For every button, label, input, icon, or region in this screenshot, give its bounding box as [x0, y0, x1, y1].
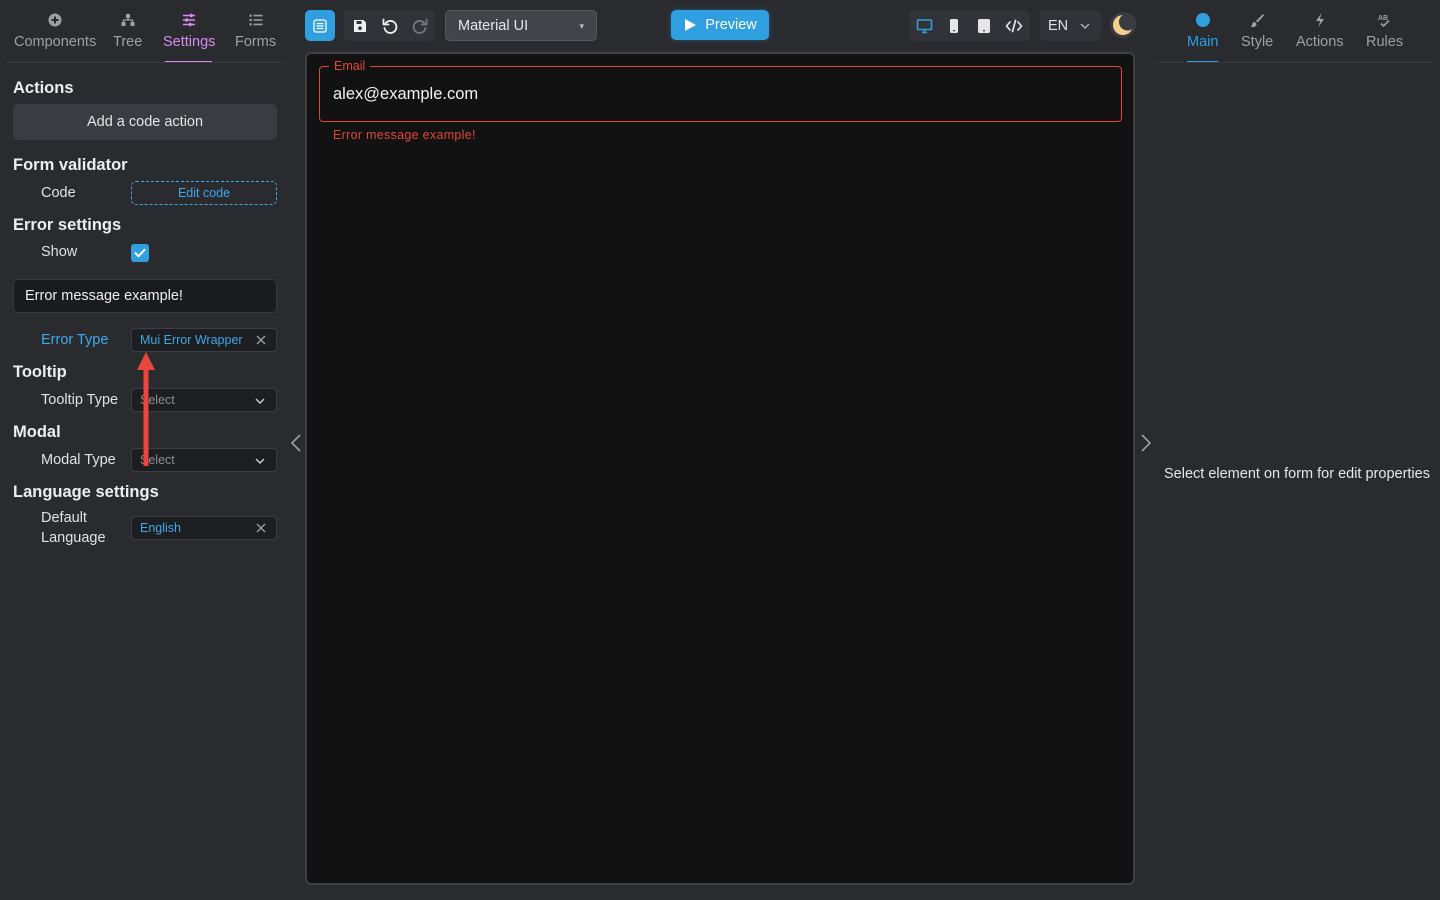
- caret-down-icon: ▾: [579, 21, 584, 31]
- language-settings-title: Language settings: [13, 483, 159, 501]
- save-icon: [354, 19, 366, 32]
- show-label: Show: [41, 244, 78, 260]
- lightning-icon: [1315, 13, 1324, 27]
- tablet-view-button[interactable]: [969, 10, 999, 41]
- error-type-select[interactable]: Mui Error Wrapper: [131, 328, 277, 352]
- save-button[interactable]: [345, 10, 375, 41]
- add-code-action-button[interactable]: Add a code action: [13, 104, 277, 140]
- tab-main[interactable]: Main: [1187, 0, 1218, 62]
- form-canvas: Email alex@example.com Error message exa…: [305, 52, 1135, 885]
- code-label: Code: [41, 185, 76, 201]
- tab-style[interactable]: Style: [1241, 0, 1273, 62]
- modal-title: Modal: [13, 423, 61, 441]
- actions-title: Actions: [13, 79, 74, 97]
- chevron-down-icon: [1080, 23, 1090, 29]
- clear-icon[interactable]: [255, 522, 267, 534]
- tab-tree[interactable]: Tree: [113, 0, 142, 62]
- undo-icon: [382, 18, 398, 34]
- moon-icon: [1113, 13, 1136, 35]
- device-toolbar: [909, 10, 1030, 41]
- divider: [1155, 62, 1435, 63]
- show-checkbox[interactable]: [131, 244, 149, 262]
- tab-settings-label: Settings: [163, 34, 216, 50]
- default-language-label-line2: Language: [41, 530, 106, 546]
- preview-button[interactable]: Preview: [671, 10, 769, 40]
- tooltip-type-label: Tooltip Type: [41, 392, 119, 408]
- chevron-down-icon: [255, 398, 265, 404]
- mobile-icon: [950, 18, 958, 33]
- error-message-input[interactable]: Error message example!: [13, 279, 277, 313]
- rules-icon: AB: [1378, 15, 1390, 28]
- code-view-button[interactable]: [999, 10, 1029, 41]
- language-select[interactable]: EN: [1040, 10, 1101, 41]
- email-error-message: Error message example!: [333, 128, 476, 142]
- ui-library-select[interactable]: Material UI ▾: [445, 10, 597, 41]
- tooltip-title: Tooltip: [13, 363, 67, 381]
- error-type-value: Mui Error Wrapper: [140, 333, 243, 347]
- desktop-view-button[interactable]: [909, 10, 939, 41]
- email-field[interactable]: Email alex@example.com: [319, 59, 1122, 122]
- tab-actions-label: Actions: [1296, 34, 1344, 50]
- list-icon: [249, 14, 263, 26]
- preview-label: Preview: [705, 17, 757, 33]
- tab-components-label: Components: [14, 34, 97, 50]
- theme-toggle-button[interactable]: [1110, 12, 1136, 38]
- sliders-icon: [183, 13, 196, 27]
- collapse-left-panel-chevron-icon[interactable]: [288, 433, 304, 453]
- hamburger-icon: [313, 18, 327, 33]
- collapse-right-panel-chevron-icon[interactable]: [1138, 433, 1154, 453]
- undo-button[interactable]: [375, 10, 405, 41]
- error-type-label: Error Type: [41, 332, 109, 348]
- redo-button[interactable]: [405, 10, 435, 41]
- menu-button[interactable]: [305, 10, 335, 41]
- divider: [6, 62, 284, 63]
- tab-style-label: Style: [1241, 34, 1274, 50]
- tab-components[interactable]: Components: [14, 0, 96, 62]
- email-field-label: Email: [329, 59, 371, 73]
- left-panel: Components Tree Settings Forms Actions A…: [0, 0, 290, 900]
- form-validator-title: Form validator: [13, 156, 128, 174]
- edit-code-button[interactable]: Edit code: [131, 181, 277, 205]
- tablet-icon: [978, 18, 990, 33]
- modal-type-label: Modal Type: [41, 452, 116, 468]
- redo-icon: [412, 18, 428, 34]
- code-icon: [1005, 19, 1023, 32]
- tab-rules-label: Rules: [1366, 34, 1404, 50]
- tab-rules[interactable]: AB Rules: [1366, 0, 1403, 62]
- tab-forms-label: Forms: [235, 34, 277, 50]
- error-settings-title: Error settings: [13, 216, 122, 234]
- chevron-down-icon: [255, 458, 265, 464]
- dot-icon: [1195, 13, 1210, 27]
- plus-circle-icon: [48, 13, 62, 27]
- annotation-arrow: [137, 352, 155, 466]
- history-toolbar: [344, 10, 435, 41]
- tab-actions[interactable]: Actions: [1296, 0, 1344, 62]
- checkmark-icon: [134, 248, 146, 258]
- default-language-value: English: [140, 521, 181, 535]
- brush-icon: [1250, 14, 1265, 28]
- mobile-view-button[interactable]: [939, 10, 969, 41]
- play-icon: [685, 19, 697, 31]
- ui-library-value: Material UI: [458, 17, 529, 34]
- tab-forms[interactable]: Forms: [235, 0, 276, 62]
- svg-text:AB: AB: [1378, 15, 1388, 22]
- default-language-label-line1: Default: [41, 510, 87, 526]
- tab-main-label: Main: [1187, 34, 1219, 50]
- clear-icon[interactable]: [255, 334, 267, 346]
- tree-icon: [121, 14, 135, 26]
- email-field-value: alex@example.com: [333, 85, 479, 103]
- default-language-select[interactable]: English: [131, 516, 277, 540]
- tab-settings[interactable]: Settings: [163, 0, 215, 62]
- language-value: EN: [1048, 17, 1069, 34]
- properties-hint: Select element on form for edit properti…: [1164, 466, 1430, 482]
- desktop-icon: [916, 18, 932, 33]
- tab-tree-label: Tree: [113, 34, 143, 50]
